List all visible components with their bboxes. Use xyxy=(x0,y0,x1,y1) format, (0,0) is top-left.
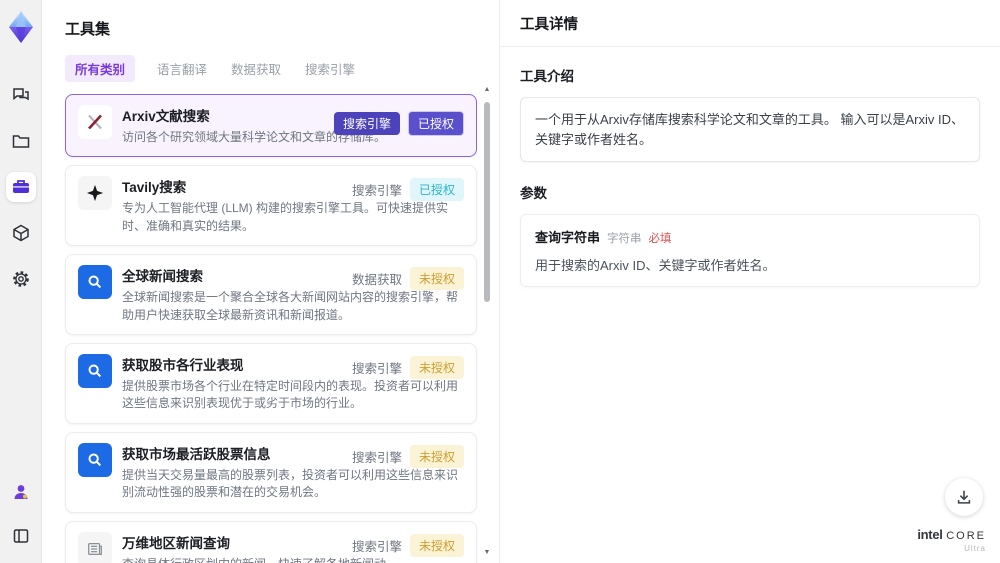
category-label: 搜索引擎 xyxy=(351,361,402,376)
sidebar-item-models[interactable] xyxy=(6,218,36,248)
tool-card-desc: 全球新闻搜索是一个聚合全球各大新闻网站内容的搜索引擎，帮助用户快速获取全球最新资… xyxy=(122,290,459,322)
chat-icon xyxy=(12,88,29,101)
details-title: 工具详情 xyxy=(520,16,578,33)
sidebar-item-files[interactable] xyxy=(6,126,36,156)
scroll-down-arrow-icon[interactable]: ▼ xyxy=(484,549,491,557)
intel-core-logo: intel CORE Ultra xyxy=(917,528,986,553)
brand-tier: Ultra xyxy=(964,544,986,553)
status-badge: 已授权 xyxy=(409,178,464,202)
param-required-flag: 必填 xyxy=(648,233,672,245)
card-badges: 搜索引擎 已授权 xyxy=(333,111,464,136)
download-button[interactable] xyxy=(945,478,983,516)
left-sidebar xyxy=(0,0,42,563)
category-tabs: 所有类别 语言翻译 数据获取 搜索引擎 xyxy=(65,55,499,82)
param-name: 查询字符串 xyxy=(535,230,601,245)
cube-icon xyxy=(12,224,29,242)
status-badge: 未授权 xyxy=(409,267,464,291)
tool-card-active-stocks[interactable]: 获取市场最活跃股票信息 提供当天交易量最高的股票列表，投资者可以利用这些信息来识… xyxy=(65,431,477,513)
tool-card-arxiv[interactable]: Arxiv文献搜索 访问各个研究领域大量科学论文和文章的存储库。 搜索引擎 已授… xyxy=(65,94,477,158)
details-header: 工具详情 xyxy=(500,0,1000,47)
user-avatar[interactable] xyxy=(6,477,36,507)
gradient-diamond-logo-icon xyxy=(8,11,33,43)
sidebar-item-chat[interactable] xyxy=(6,80,36,110)
param-desc: 用于搜索的Arxiv ID、关键字或作者姓名。 xyxy=(535,258,776,273)
card-badges: 搜索引擎 已授权 xyxy=(351,178,464,202)
list-scrollbar: ▲ ▼ xyxy=(482,86,492,557)
param-type: 字符串 xyxy=(607,233,642,245)
sidebar-nav xyxy=(5,80,36,294)
tool-card-sector-performance[interactable]: 获取股市各行业表现 提供股票市场各个行业在特定时间段内的表现。投资者可以利用这些… xyxy=(65,342,477,424)
category-label: 数据获取 xyxy=(351,273,402,288)
intro-heading: 工具介绍 xyxy=(520,69,574,84)
tab-language-translation[interactable]: 语言翻译 xyxy=(155,55,209,82)
download-icon xyxy=(957,490,971,504)
tool-card-regional-news[interactable]: 万维地区新闻查询 查询具体行政区划内的新闻，快速了解各地新闻动 搜索引擎 未授权 xyxy=(65,520,477,563)
page-title: 工具集 xyxy=(65,21,111,38)
user-avatar-icon xyxy=(14,485,27,499)
brand-name: intel xyxy=(917,527,943,542)
category-badge: 搜索引擎 xyxy=(333,112,400,135)
category-label: 搜索引擎 xyxy=(351,450,402,465)
scrollbar-thumb[interactable] xyxy=(484,102,490,302)
sidebar-item-settings[interactable] xyxy=(6,264,36,294)
brand-product: CORE xyxy=(946,530,986,542)
category-label: 搜索引擎 xyxy=(351,539,402,554)
tab-all-categories[interactable]: 所有类别 xyxy=(65,55,136,82)
tool-details-panel: 工具详情 工具介绍 一个用于从Arxiv存储库搜索科学论文和文章的工具。 输入可… xyxy=(500,0,1000,563)
tab-data-acquisition[interactable]: 数据获取 xyxy=(229,55,283,82)
folder-icon xyxy=(12,135,29,148)
status-badge: 已授权 xyxy=(407,111,464,136)
card-badges: 数据获取 未授权 xyxy=(351,267,464,291)
tool-intro-box: 一个用于从Arxiv存储库搜索科学论文和文章的工具。 输入可以是Arxiv ID… xyxy=(520,97,980,162)
blue-search-icon xyxy=(78,265,112,300)
tool-card-desc: 提供股票市场各个行业在特定时间段内的表现。投资者可以利用这些信息来识别表现优于或… xyxy=(122,378,459,411)
tools-list-panel: 工具集 所有类别 语言翻译 数据获取 搜索引擎 Arxiv文献搜索 访问各个研究… xyxy=(42,0,500,563)
status-badge: 未授权 xyxy=(409,355,464,379)
app-logo xyxy=(4,8,38,46)
blue-search-icon xyxy=(78,442,112,477)
tab-search-engine[interactable]: 搜索引擎 xyxy=(303,55,357,82)
tool-card-tavily[interactable]: Tavily搜索 专为人工智能代理 (LLM) 构建的搜索引擎工具。可快速提供实… xyxy=(65,165,477,247)
blue-search-icon xyxy=(78,353,112,388)
param-header: 查询字符串 字符串 必填 xyxy=(535,227,965,246)
collapse-panel-icon xyxy=(13,529,28,543)
params-heading: 参数 xyxy=(520,186,547,201)
briefcase-tools-icon xyxy=(12,180,29,193)
scroll-up-arrow-icon[interactable]: ▲ xyxy=(484,86,491,94)
tavily-star-icon xyxy=(78,176,112,211)
sidebar-item-tools[interactable] xyxy=(5,172,36,202)
collapse-sidebar-button[interactable] xyxy=(6,521,36,551)
gear-icon xyxy=(12,271,29,287)
tool-card-global-news[interactable]: 全球新闻搜索 全球新闻搜索是一个聚合全球各大新闻网站内容的搜索引擎，帮助用户快速… xyxy=(65,254,477,335)
intel-core-logo-text: intel CORE xyxy=(917,528,986,542)
details-body: 工具介绍 一个用于从Arxiv存储库搜索科学论文和文章的工具。 输入可以是Arx… xyxy=(500,47,1000,287)
status-badge: 未授权 xyxy=(409,444,464,468)
newspaper-icon xyxy=(78,531,112,563)
arxiv-logo-icon xyxy=(78,105,112,139)
sidebar-bottom xyxy=(6,477,36,551)
scrollbar-track[interactable] xyxy=(484,94,490,549)
status-badge: 未授权 xyxy=(409,533,464,557)
tool-card-list: Arxiv文献搜索 访问各个研究领域大量科学论文和文章的存储库。 搜索引擎 已授… xyxy=(65,94,477,563)
param-item: 查询字符串 字符串 必填 用于搜索的Arxiv ID、关键字或作者姓名。 xyxy=(520,214,980,287)
tool-card-desc: 提供当天交易量最高的股票列表，投资者可以利用这些信息来识别流动性强的股票和潜在的… xyxy=(122,467,459,500)
card-badges: 搜索引擎 未授权 xyxy=(351,533,464,557)
tool-card-desc: 专为人工智能代理 (LLM) 构建的搜索引擎工具。可快速提供实时、准确和真实的结… xyxy=(122,201,449,233)
tool-card-desc: 查询具体行政区划内的新闻，快速了解各地新闻动 xyxy=(122,556,464,563)
card-badges: 搜索引擎 未授权 xyxy=(351,355,464,379)
category-label: 搜索引擎 xyxy=(351,184,402,199)
card-badges: 搜索引擎 未授权 xyxy=(351,444,464,468)
